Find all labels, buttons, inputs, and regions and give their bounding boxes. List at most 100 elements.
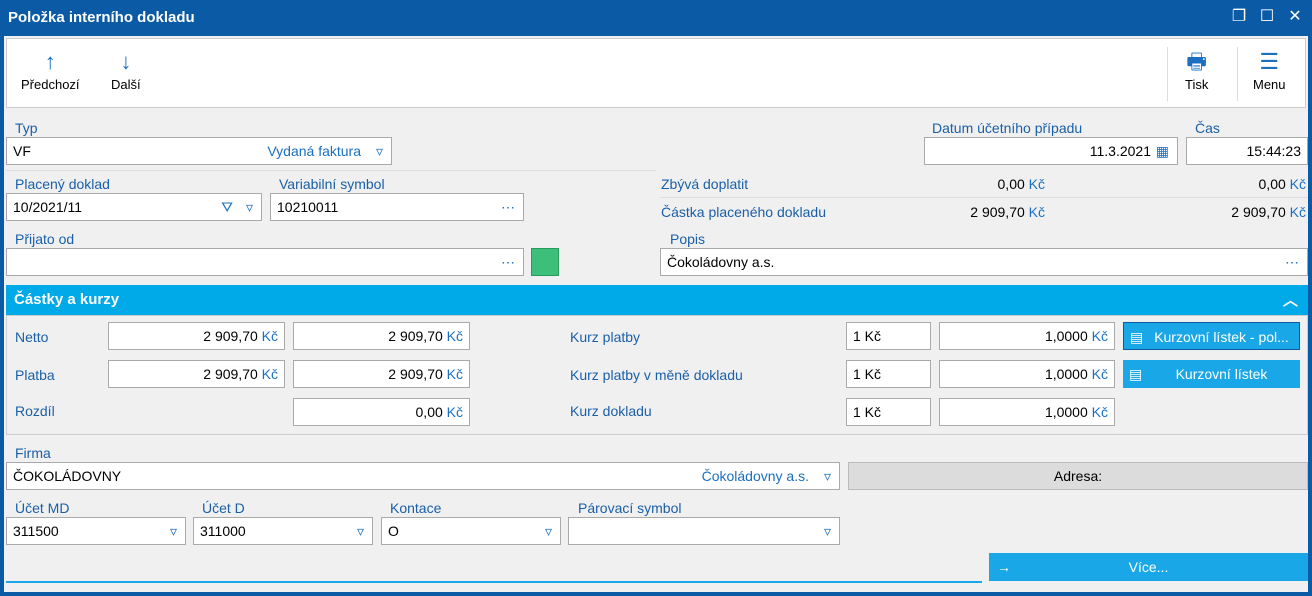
amount: 0,00 xyxy=(997,176,1025,192)
printer-icon: 🖶 xyxy=(1186,49,1208,74)
cas-value: 15:44:23 xyxy=(1246,143,1302,159)
dropdown-icon[interactable]: ▿ xyxy=(545,518,552,544)
kurz-platby-mena-rate[interactable]: 1,0000 Kč xyxy=(939,360,1115,388)
netto-field1[interactable]: 2 909,70 Kč xyxy=(108,322,285,350)
cas-label: Čas xyxy=(1195,120,1220,136)
section-title: Částky a kurzy xyxy=(14,291,120,308)
rozdil-field[interactable]: 0,00 Kč xyxy=(293,398,470,426)
ucet-d-field[interactable]: 311000 ▿ xyxy=(193,517,373,545)
typ-field[interactable]: VF Vydaná faktura ▿ xyxy=(6,137,392,165)
adresa-button[interactable]: Adresa: xyxy=(848,462,1308,490)
datum-value: 11.3.2021 xyxy=(1089,143,1151,159)
ucet-md-field[interactable]: 311500 ▿ xyxy=(6,517,186,545)
vs-label: Variabilní symbol xyxy=(279,176,385,192)
parovaci-field[interactable]: ▿ xyxy=(568,517,840,545)
section-header[interactable]: Částky a kurzy ︿ xyxy=(6,285,1308,315)
amount: 2 909,70 xyxy=(970,204,1025,220)
platba-field2[interactable]: 2 909,70 Kč xyxy=(293,360,470,388)
color-indicator[interactable] xyxy=(531,248,559,276)
chart-icon: ▤ xyxy=(1130,329,1144,345)
kurz-platby-unit[interactable]: 1 Kč xyxy=(846,322,931,350)
datum-field[interactable]: 11.3.2021 ▦ xyxy=(924,137,1178,165)
divider xyxy=(660,197,1308,198)
dropdown-icon[interactable]: ▿ xyxy=(246,194,253,220)
placeny-value: 10/2021/11 xyxy=(13,199,83,215)
menu-button[interactable]: ☰ Menu xyxy=(1253,47,1286,92)
platba-label: Platba xyxy=(15,367,55,383)
button-label: Kurzovní lístek - pol... xyxy=(1154,329,1289,345)
close-icon[interactable]: ✕ xyxy=(1284,6,1306,28)
cas-field[interactable]: 15:44:23 xyxy=(1186,137,1308,165)
parovaci-label: Párovací symbol xyxy=(578,500,682,516)
typ-code: VF xyxy=(13,143,31,159)
amount: 0,00 xyxy=(1258,176,1286,192)
divider xyxy=(6,581,982,583)
more-icon[interactable]: ⋯ xyxy=(501,194,515,220)
dropdown-icon[interactable]: ▿ xyxy=(357,518,364,544)
currency: Kč xyxy=(446,328,463,344)
currency: Kč xyxy=(446,366,463,382)
vs-field[interactable]: 10210011 ⋯ xyxy=(270,193,524,221)
kurzovni-listek-button[interactable]: ▤ Kurzovní lístek xyxy=(1123,360,1300,388)
popis-value: Čokoládovny a.s. xyxy=(667,254,775,270)
castka-value2: 2 909,70 Kč xyxy=(1160,204,1306,220)
kurz-platby-rate[interactable]: 1,0000 Kč xyxy=(939,322,1115,350)
kurz-platby-mena-unit[interactable]: 1 Kč xyxy=(846,360,931,388)
collapse-icon[interactable]: ︿ xyxy=(1283,289,1298,310)
zbyva-value2: 0,00 Kč xyxy=(1160,176,1306,192)
hamburger-icon: ☰ xyxy=(1259,49,1280,74)
kurzovni-listek-pol-button[interactable]: ▤ Kurzovní lístek - pol... xyxy=(1123,322,1300,350)
vice-button[interactable]: → Více... xyxy=(989,553,1308,581)
amount: 2 909,70 xyxy=(388,328,443,344)
dropdown-icon[interactable]: ▿ xyxy=(824,518,831,544)
popis-field[interactable]: Čokoládovny a.s. ⋯ xyxy=(660,248,1308,276)
prijato-field[interactable]: ⋯ xyxy=(6,248,524,276)
currency: Kč xyxy=(1028,204,1045,220)
menu-label: Menu xyxy=(1253,77,1286,92)
kurz-dokladu-label: Kurz dokladu xyxy=(570,403,652,419)
placeny-label: Placený doklad xyxy=(15,176,110,192)
typ-name: Vydaná faktura xyxy=(267,143,361,159)
toolbar: ↑ Předchozí ↓ Další 🖶 Tisk ☰ Menu xyxy=(6,38,1306,108)
divider xyxy=(6,170,656,171)
divider xyxy=(1167,47,1168,101)
rate: 1,0000 xyxy=(1044,404,1088,420)
firma-name: Čokoládovny a.s. xyxy=(701,468,809,484)
kontace-field[interactable]: O ▿ xyxy=(381,517,561,545)
currency: Kč xyxy=(1091,328,1108,344)
maximize-icon[interactable]: ☐ xyxy=(1256,6,1278,28)
next-button[interactable]: ↓ Další xyxy=(111,47,141,92)
amount: 2 909,70 xyxy=(203,366,258,382)
kurz-dokladu-rate[interactable]: 1,0000 Kč xyxy=(939,398,1115,426)
platba-field1[interactable]: 2 909,70 Kč xyxy=(108,360,285,388)
print-button[interactable]: 🖶 Tisk xyxy=(1185,47,1208,92)
currency: Kč xyxy=(1289,204,1306,220)
filter-icon[interactable]: ⛛ xyxy=(221,194,233,220)
arrow-down-icon: ↓ xyxy=(120,49,132,74)
unit: 1 Kč xyxy=(853,404,882,420)
zbyva-label: Zbývá doplatit xyxy=(661,176,749,192)
value: O xyxy=(388,523,399,539)
dropdown-icon[interactable]: ▿ xyxy=(824,463,831,489)
more-icon[interactable]: ⋯ xyxy=(1285,249,1299,275)
dropdown-icon[interactable]: ▿ xyxy=(376,138,383,164)
value: 311000 xyxy=(200,523,246,539)
kurz-dokladu-unit[interactable]: 1 Kč xyxy=(846,398,931,426)
more-icon[interactable]: ⋯ xyxy=(501,249,515,275)
currency: Kč xyxy=(1289,176,1306,192)
firma-field[interactable]: ČOKOLÁDOVNY Čokoládovny a.s. ▿ xyxy=(6,462,840,490)
firma-label: Firma xyxy=(15,445,51,461)
kontace-label: Kontace xyxy=(390,500,442,516)
print-label: Tisk xyxy=(1185,77,1209,92)
netto-field2[interactable]: 2 909,70 Kč xyxy=(293,322,470,350)
previous-button[interactable]: ↑ Předchozí xyxy=(21,47,80,92)
unit: 1 Kč xyxy=(853,328,882,344)
currency: Kč xyxy=(261,366,278,382)
placeny-field[interactable]: 10/2021/11 ⛛ ▿ xyxy=(6,193,262,221)
calendar-icon[interactable]: ▦ xyxy=(1156,138,1169,164)
title-bar: Položka interního dokladu ❐ ☐ ✕ xyxy=(0,0,1312,36)
dropdown-icon[interactable]: ▿ xyxy=(170,518,177,544)
rozdil-label: Rozdíl xyxy=(15,403,55,419)
restore-icon[interactable]: ❐ xyxy=(1228,6,1250,28)
currency: Kč xyxy=(261,328,278,344)
